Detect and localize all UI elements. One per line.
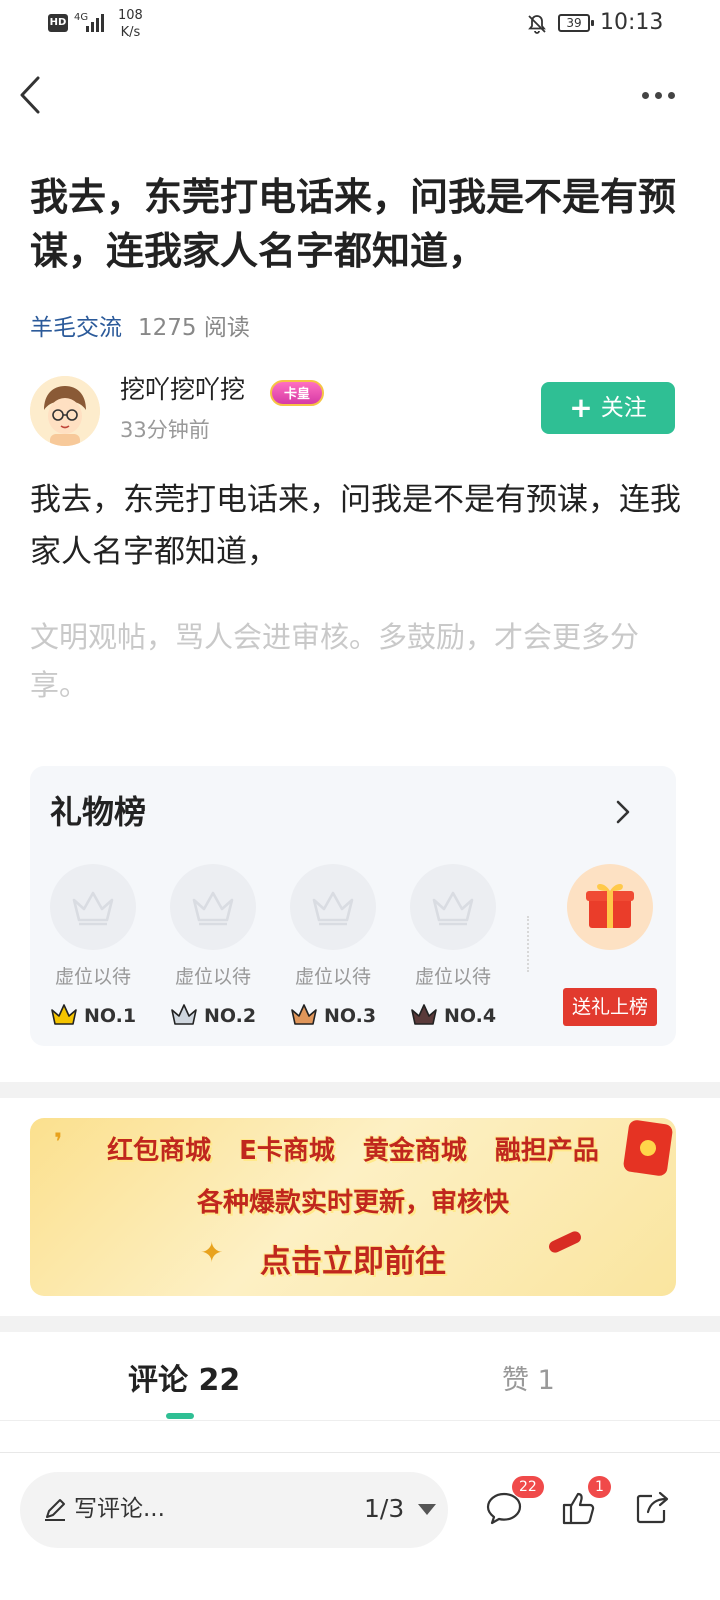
write-comment-input[interactable]: 写评论... 1/3 — [20, 1472, 448, 1548]
slot-label: 虚位以待 — [414, 966, 491, 988]
silver-crown-icon — [171, 1004, 197, 1025]
tab-comments[interactable]: 评论 22 — [128, 1360, 240, 1402]
rank-number: NO.4 — [444, 1005, 497, 1027]
comment-count-badge: 22 — [512, 1476, 544, 1498]
author-name[interactable]: 挖吖挖吖挖 — [120, 372, 245, 408]
plus-icon: + — [569, 391, 593, 424]
banner-item: 黄金商城 — [362, 1136, 467, 1166]
tab-divider — [0, 1420, 720, 1421]
post-time: 33分钟前 — [120, 418, 210, 442]
slot-rank: NO.4 — [410, 1002, 500, 1029]
gift-slot-3[interactable]: 虚位以待 NO.3 — [290, 864, 380, 1029]
rank-number: NO.3 — [324, 1005, 377, 1027]
empty-slot-avatar — [410, 864, 496, 950]
chevron-down-icon[interactable] — [418, 1504, 436, 1515]
section-separator — [0, 1316, 720, 1332]
slot-label: 虚位以待 — [54, 966, 131, 988]
comment-placeholder: 写评论... — [74, 1496, 165, 1522]
post-detail-page: HD 4G 108 K/s 39 10:13 我去，东莞打电话来，问我是不是有预… — [0, 0, 720, 1600]
bottom-bar-divider — [0, 1452, 720, 1453]
gift-slot-1[interactable]: 虚位以待 NO.1 — [50, 864, 140, 1029]
hd-indicator: HD — [48, 14, 68, 32]
status-bar: HD 4G 108 K/s 39 10:13 — [0, 0, 720, 50]
dark-crown-icon — [411, 1004, 437, 1025]
post-content: 我去，东莞打电话来，问我是不是有预谋，连我家人名字都知道， — [30, 482, 681, 570]
read-count: 1275 阅读 — [138, 315, 250, 341]
rank-number: NO.2 — [204, 1005, 257, 1027]
crown-icon — [192, 891, 234, 926]
gold-crown-icon — [51, 1004, 77, 1025]
page-indicator[interactable]: 1/3 — [364, 1490, 404, 1528]
signal-icon — [86, 14, 106, 32]
banner-item: 融担产品 — [494, 1136, 599, 1166]
crown-icon — [72, 891, 114, 926]
battery-icon: 39 — [558, 14, 594, 32]
speed-value: 108 — [118, 8, 143, 23]
crown-icon — [312, 891, 354, 926]
crown-icon — [432, 891, 474, 926]
follow-label: 关注 — [600, 395, 647, 421]
divider — [527, 916, 529, 972]
slot-label: 虚位以待 — [174, 966, 251, 988]
slot-label: 虚位以待 — [294, 966, 371, 988]
share-icon[interactable] — [632, 1488, 672, 1528]
gift-board-title: 礼物榜 — [50, 793, 147, 831]
author-badge: 卡皇 — [270, 380, 324, 406]
back-icon[interactable] — [14, 72, 50, 118]
bell-off-icon — [528, 15, 546, 34]
banner-item: 红包商城 — [107, 1136, 212, 1166]
gift-box-graphic — [586, 884, 634, 928]
slot-rank: NO.1 — [50, 1002, 140, 1029]
gift-icon[interactable] — [567, 864, 653, 950]
slot-rank: NO.3 — [290, 1002, 380, 1029]
banner-categories: 红包商城 E卡商城 黄金商城 融担产品 — [30, 1130, 676, 1167]
post-meta: 羊毛交流 1275 阅读 — [30, 311, 250, 345]
avatar[interactable] — [30, 376, 100, 446]
rank-number: NO.1 — [84, 1005, 137, 1027]
pencil-icon — [45, 1499, 65, 1521]
section-separator — [0, 1082, 720, 1098]
slot-rank: NO.2 — [170, 1002, 260, 1029]
banner-cta: 点击立即前往 — [260, 1244, 446, 1280]
speed-unit: K/s — [120, 25, 141, 40]
chevron-right-icon[interactable] — [610, 796, 636, 828]
follow-button[interactable]: + 关注 — [541, 382, 675, 434]
more-icon[interactable] — [636, 80, 680, 110]
like-count-badge: 1 — [588, 1476, 611, 1498]
banner-tagline: 各种爆款实时更新，审核快 — [196, 1188, 509, 1218]
clock: 10:13 — [600, 10, 664, 35]
banner-item: E卡商城 — [239, 1136, 335, 1166]
category-link[interactable]: 羊毛交流 — [30, 315, 122, 341]
active-tab-indicator — [166, 1413, 194, 1419]
bronze-crown-icon — [291, 1004, 317, 1025]
promo-banner[interactable]: ❜ 红包商城 E卡商城 黄金商城 融担产品 各种爆款实时更新，审核快 ✦ 点击立即前往 — [30, 1118, 676, 1296]
gift-slot-4[interactable]: 虚位以待 NO.4 — [410, 864, 500, 1029]
civility-hint: 文明观帖，骂人会进审核。多鼓励，才会更多分享。 — [30, 620, 640, 702]
avatar-illustration — [30, 376, 100, 446]
tab-likes[interactable]: 赞 1 — [502, 1360, 555, 1402]
red-packet-icon — [622, 1119, 674, 1177]
empty-slot-avatar — [50, 864, 136, 950]
gift-slot-2[interactable]: 虚位以待 NO.2 — [170, 864, 260, 1029]
gift-board: 礼物榜 虚位以待 NO.1 虚位以待 NO.2 虚位以待 NO.3 虚位以待 N… — [30, 766, 676, 1046]
empty-slot-avatar — [170, 864, 256, 950]
empty-slot-avatar — [290, 864, 376, 950]
network-speed: 108 K/s — [118, 7, 143, 41]
send-gift-button[interactable]: 送礼上榜 — [563, 988, 657, 1026]
post-title: 我去，东莞打电话来，问我是不是有预谋，连我家人名字都知道， — [30, 175, 677, 273]
